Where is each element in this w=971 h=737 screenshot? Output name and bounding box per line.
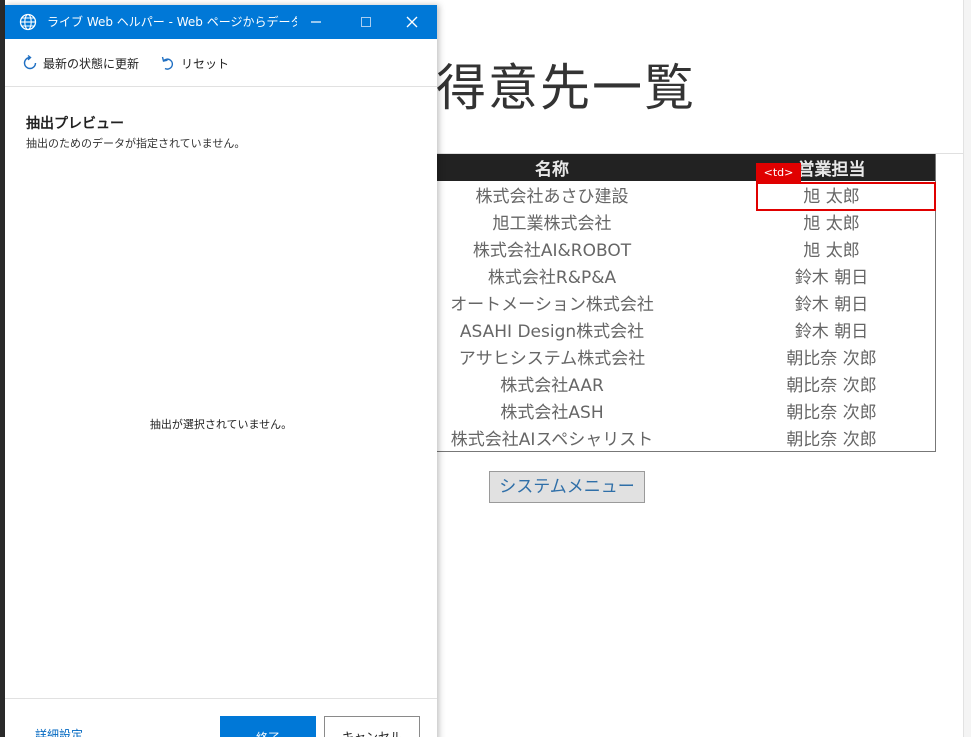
refresh-icon <box>23 54 37 70</box>
table-header-row: 名称 営業担当 <box>436 154 936 181</box>
customer-name-cell[interactable]: 株式会社ASH <box>436 397 668 424</box>
sales-rep-cell[interactable]: 鈴木 朝日 <box>668 289 935 316</box>
table-row: アサヒシステム株式会社 朝比奈 次郎 <box>436 343 936 370</box>
table-row: 株式会社AAR 朝比奈 次郎 <box>436 370 936 397</box>
customer-name-cell[interactable]: 株式会社AAR <box>436 370 668 397</box>
minimize-icon <box>311 21 321 23</box>
close-button[interactable] <box>389 5 435 39</box>
customer-name-cell[interactable]: 株式会社R&P&A <box>436 262 668 289</box>
sales-rep-cell[interactable]: 鈴木 朝日 <box>668 262 935 289</box>
selection-highlight <box>756 182 936 211</box>
customer-name-cell[interactable]: アサヒシステム株式会社 <box>436 343 668 370</box>
sales-rep-cell[interactable]: 旭 太郎 <box>668 235 935 262</box>
sales-rep-cell[interactable]: 鈴木 朝日 <box>668 316 935 343</box>
sales-rep-cell[interactable]: 朝比奈 次郎 <box>668 424 935 452</box>
cancel-button[interactable]: キャンセル <box>324 716 420 737</box>
table-row: 株式会社R&P&A 鈴木 朝日 <box>436 262 936 289</box>
table-body: 株式会社あさひ建設旭 太郎 旭工業株式会社旭 太郎 株式会社AI&ROBOT 旭 太郎… <box>436 181 936 452</box>
screen: 得意先一覧 名称 営業担当 株式会社あさひ建設旭 太郎 旭工業株式会社旭 太郎 株式… <box>0 0 971 737</box>
table-row: オートメーション株式会社 鈴木 朝日 <box>436 289 936 316</box>
maximize-button[interactable] <box>343 5 389 39</box>
column-header-sales-rep: 営業担当 <box>668 154 936 181</box>
minimize-button[interactable] <box>293 5 339 39</box>
live-web-helper-window: ライブ Web ヘルパー - Web ページからデータを… 最新の状態に更新 <box>5 5 437 737</box>
maximize-icon <box>361 17 371 27</box>
sales-rep-cell[interactable]: 朝比奈 次郎 <box>668 343 935 370</box>
table-row: ASAHI Design株式会社 鈴木 朝日 <box>436 316 936 343</box>
table-row: 旭工業株式会社旭 太郎 <box>436 208 936 235</box>
customer-name-cell[interactable]: オートメーション株式会社 <box>436 289 668 316</box>
undo-icon <box>161 56 174 70</box>
reset-button[interactable]: リセット <box>159 53 229 73</box>
customer-name-cell[interactable]: 株式会社あさひ建設 <box>436 181 668 208</box>
column-header-name: 名称 <box>436 154 669 181</box>
customer-name-cell[interactable]: 株式会社AIスペシャリスト <box>436 424 668 452</box>
customer-name-cell[interactable]: 旭工業株式会社 <box>436 208 668 235</box>
empty-selection-message: 抽出が選択されていません。 <box>149 418 293 431</box>
sales-rep-cell[interactable]: 朝比奈 次郎 <box>668 397 935 424</box>
page-title: 得意先一覧 <box>436 59 696 117</box>
table-row: 株式会社ASH 朝比奈 次郎 <box>436 397 936 424</box>
window-title: ライブ Web ヘルパー - Web ページからデータを… <box>47 15 297 29</box>
sales-rep-cell[interactable]: 朝比奈 次郎 <box>668 370 935 397</box>
close-icon <box>406 16 418 28</box>
advanced-settings-link[interactable]: 詳細設定 <box>35 726 83 737</box>
globe-icon <box>19 13 37 31</box>
sales-rep-cell[interactable]: 旭 太郎 <box>668 208 935 235</box>
element-type-tag: <td> <box>756 163 801 182</box>
table-row: 株式会社AI&ROBOT 旭 太郎 <box>436 235 936 262</box>
page-scrollbar[interactable] <box>963 0 971 737</box>
table-row: 株式会社AIスペシャリスト 朝比奈 次郎 <box>436 424 936 452</box>
window-titlebar[interactable]: ライブ Web ヘルパー - Web ページからデータを… <box>5 5 437 39</box>
preview-heading: 抽出プレビュー <box>26 116 124 132</box>
helper-footer: 詳細設定 終了 キャンセル <box>5 698 437 737</box>
system-menu-button[interactable]: システムメニュー <box>489 471 645 503</box>
customer-name-cell[interactable]: ASAHI Design株式会社 <box>436 316 668 343</box>
refresh-button[interactable]: 最新の状態に更新 <box>21 53 139 73</box>
reset-label: リセット <box>181 56 230 71</box>
finish-button[interactable]: 終了 <box>220 716 316 737</box>
preview-subtext: 抽出のためのデータが指定されていません。 <box>26 137 246 150</box>
customer-name-cell[interactable]: 株式会社AI&ROBOT <box>436 235 668 262</box>
refresh-label: 最新の状態に更新 <box>43 56 140 71</box>
helper-toolbar: 最新の状態に更新 リセット <box>5 39 437 87</box>
